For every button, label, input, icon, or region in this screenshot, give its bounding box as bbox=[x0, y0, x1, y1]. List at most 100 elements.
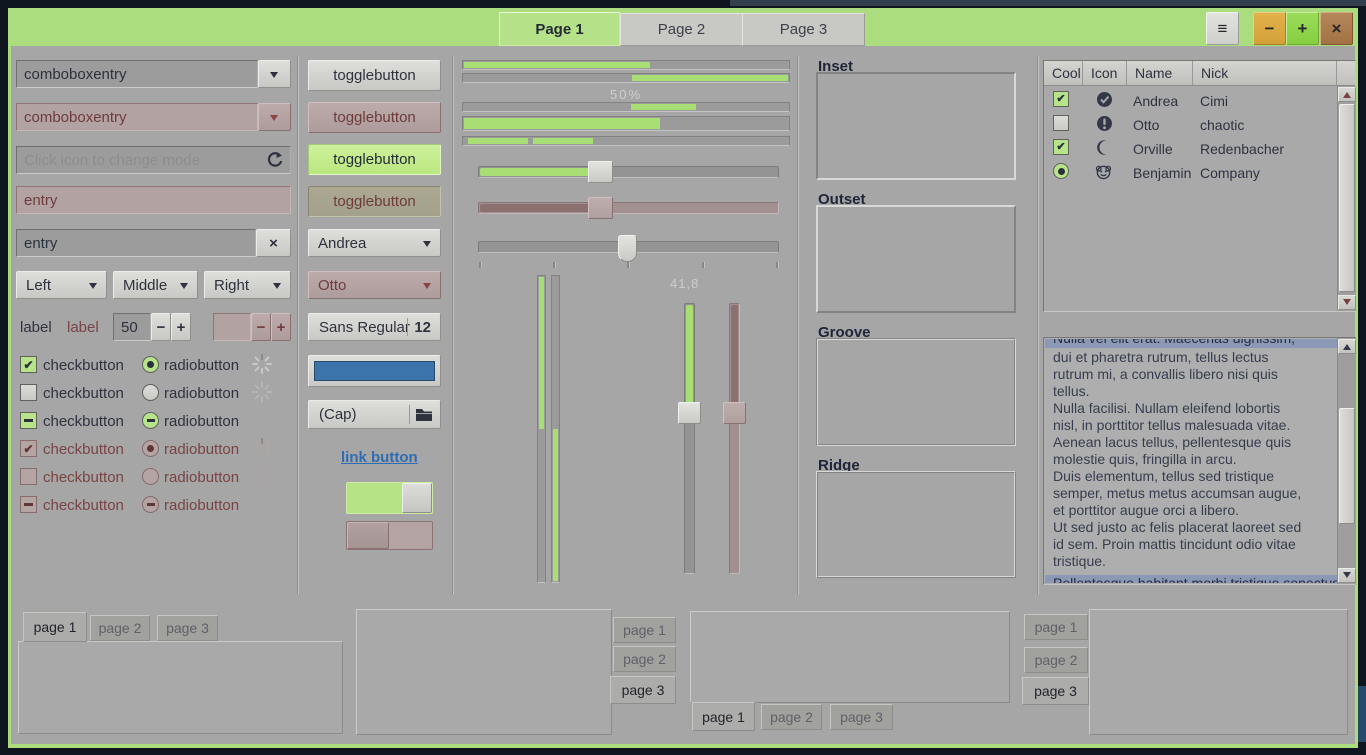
check-icon: ✔ bbox=[1056, 94, 1065, 105]
notebook3-tab-page3[interactable]: page 3 bbox=[830, 704, 893, 730]
titlebar-tab-page1[interactable]: Page 1 bbox=[499, 12, 620, 46]
text-line: Duis elementum, tellus sed tristique bbox=[1053, 468, 1333, 485]
progress-percentage-label: 50% bbox=[462, 87, 790, 102]
tree-cell-nick[interactable]: chaotic bbox=[1200, 117, 1244, 133]
tree-cell-name[interactable]: Otto bbox=[1133, 117, 1159, 133]
notebook2-tab-page2[interactable]: page 2 bbox=[613, 646, 676, 672]
titlebar-tab-page2[interactable]: Page 2 bbox=[620, 13, 743, 46]
vscale-handle[interactable] bbox=[678, 402, 701, 424]
hscale-marked-handle[interactable] bbox=[618, 235, 637, 262]
color-button[interactable] bbox=[308, 355, 441, 387]
radio-indeterminate[interactable] bbox=[142, 412, 159, 429]
combobox-middle[interactable]: Middle bbox=[113, 271, 198, 299]
togglebutton-active[interactable]: togglebutton bbox=[308, 144, 441, 175]
clear-entry-button[interactable]: × bbox=[256, 229, 291, 257]
check-icon: ✔ bbox=[1056, 142, 1065, 153]
scroll-down-button[interactable] bbox=[1338, 295, 1356, 310]
radiobutton-label[interactable]: radiobutton bbox=[164, 385, 239, 402]
combobox-andrea[interactable]: Andrea bbox=[308, 229, 441, 257]
textview[interactable]: Nulla vel elit erat. Maecenas dignissim,… bbox=[1043, 337, 1356, 585]
tree-cell-name[interactable]: Benjamin bbox=[1133, 165, 1191, 181]
folder-icon bbox=[415, 407, 433, 422]
screen: Page 1 Page 2 Page 3 ≡ − + × × Left Midd… bbox=[0, 0, 1366, 755]
checkbutton-label[interactable]: checkbutton bbox=[43, 413, 124, 430]
menu-button[interactable]: ≡ bbox=[1206, 12, 1239, 45]
switch-on[interactable] bbox=[346, 482, 433, 514]
tree-header-icon[interactable]: Icon bbox=[1083, 61, 1127, 86]
hscale-handle[interactable] bbox=[588, 161, 613, 183]
scroll-up-button[interactable] bbox=[1338, 87, 1356, 102]
tree-cell-nick[interactable]: Cimi bbox=[1200, 93, 1228, 109]
radio-selected-disabled bbox=[142, 440, 159, 457]
tree-header-nick[interactable]: Nick bbox=[1193, 61, 1337, 86]
notebook1-tab-page1[interactable]: page 1 bbox=[23, 612, 87, 642]
tree-cell-nick[interactable]: Redenbacher bbox=[1200, 141, 1284, 157]
notebook2-tab-page1[interactable]: page 1 bbox=[613, 617, 676, 643]
titlebar-tab-page3[interactable]: Page 3 bbox=[742, 13, 865, 46]
notebook2-tab-page3[interactable]: page 3 bbox=[610, 676, 676, 704]
spin-minus-button[interactable]: − bbox=[151, 313, 171, 341]
scrollbar-thumb[interactable] bbox=[1339, 408, 1355, 524]
radio-unselected[interactable] bbox=[142, 384, 159, 401]
tree-cell-name[interactable]: Andrea bbox=[1133, 93, 1178, 109]
tree-header-name[interactable]: Name bbox=[1127, 61, 1193, 86]
spinbutton-input[interactable] bbox=[113, 313, 151, 341]
font-button[interactable]: Sans Regular 12 bbox=[308, 313, 441, 341]
comboboxentry-input[interactable] bbox=[16, 60, 258, 88]
entry-with-clear[interactable] bbox=[16, 229, 256, 257]
checkbox-indeterminate[interactable] bbox=[20, 412, 37, 429]
scrollbar-thumb[interactable] bbox=[1339, 104, 1355, 292]
comboboxentry-dropdown-button[interactable] bbox=[258, 60, 291, 88]
link-button[interactable]: link button bbox=[341, 449, 418, 466]
scale-fill bbox=[686, 305, 693, 405]
combobox-left[interactable]: Left bbox=[16, 271, 107, 299]
close-button[interactable]: × bbox=[1320, 12, 1353, 45]
radio-unselected-disabled bbox=[142, 468, 159, 485]
hscale-track[interactable] bbox=[478, 166, 779, 178]
vscale-track[interactable] bbox=[684, 303, 695, 574]
tree-checkbox-unchecked[interactable] bbox=[1053, 115, 1069, 131]
minimize-button[interactable]: − bbox=[1253, 12, 1286, 45]
tree-checkbox-checked[interactable]: ✔ bbox=[1053, 139, 1069, 155]
scroll-up-button[interactable] bbox=[1338, 339, 1356, 354]
progressbar-segmented bbox=[462, 136, 790, 146]
tree-radio-selected[interactable] bbox=[1053, 163, 1069, 179]
tree-header-cool[interactable]: Cool bbox=[1044, 61, 1083, 86]
radiobutton-label[interactable]: radiobutton bbox=[164, 357, 239, 374]
notebook4-tab-page1[interactable]: page 1 bbox=[1024, 614, 1088, 640]
chevron-down-icon bbox=[270, 115, 278, 125]
checkbox-checked[interactable]: ✔ bbox=[20, 356, 37, 373]
scroll-down-button[interactable] bbox=[1338, 568, 1356, 583]
radiobutton-label[interactable]: radiobutton bbox=[164, 413, 239, 430]
column-separator bbox=[452, 56, 454, 594]
textview-scrollbar[interactable] bbox=[1337, 338, 1356, 584]
radio-selected[interactable] bbox=[142, 356, 159, 373]
progress-fill bbox=[464, 118, 660, 129]
file-chooser-button[interactable]: (Cap) bbox=[308, 400, 441, 429]
combobox-right[interactable]: Right bbox=[204, 271, 291, 299]
spin-plus-button[interactable]: + bbox=[171, 313, 191, 341]
entry-disabled bbox=[16, 186, 291, 214]
icon-mode-entry[interactable] bbox=[16, 146, 291, 174]
maximize-button[interactable]: + bbox=[1286, 12, 1319, 45]
notebook1-tab-page2[interactable]: page 2 bbox=[90, 615, 150, 641]
notebook4-tab-page3[interactable]: page 3 bbox=[1022, 677, 1089, 705]
togglebutton-normal[interactable]: togglebutton bbox=[308, 60, 441, 91]
notebook3-tab-page2[interactable]: page 2 bbox=[761, 704, 822, 730]
checkbutton-label-disabled: checkbutton bbox=[43, 497, 124, 514]
checkbox-indeterminate-disabled bbox=[20, 496, 37, 513]
checkbutton-label[interactable]: checkbutton bbox=[43, 357, 124, 374]
maximize-icon: + bbox=[1298, 19, 1308, 39]
refresh-icon[interactable] bbox=[266, 151, 284, 169]
text-line: semper, metus metus accumsan augue, bbox=[1053, 485, 1333, 502]
minus-icon: − bbox=[157, 319, 166, 336]
notebook3-tab-page1[interactable]: page 1 bbox=[692, 702, 755, 731]
checkbox-unchecked[interactable] bbox=[20, 384, 37, 401]
tree-scrollbar[interactable] bbox=[1337, 86, 1356, 311]
tree-cell-name[interactable]: Orville bbox=[1133, 141, 1173, 157]
checkbutton-label[interactable]: checkbutton bbox=[43, 385, 124, 402]
notebook1-tab-page3[interactable]: page 3 bbox=[157, 615, 218, 641]
notebook4-tab-page2[interactable]: page 2 bbox=[1024, 647, 1088, 673]
tree-checkbox-checked[interactable]: ✔ bbox=[1053, 91, 1069, 107]
tree-cell-nick[interactable]: Company bbox=[1200, 165, 1260, 181]
